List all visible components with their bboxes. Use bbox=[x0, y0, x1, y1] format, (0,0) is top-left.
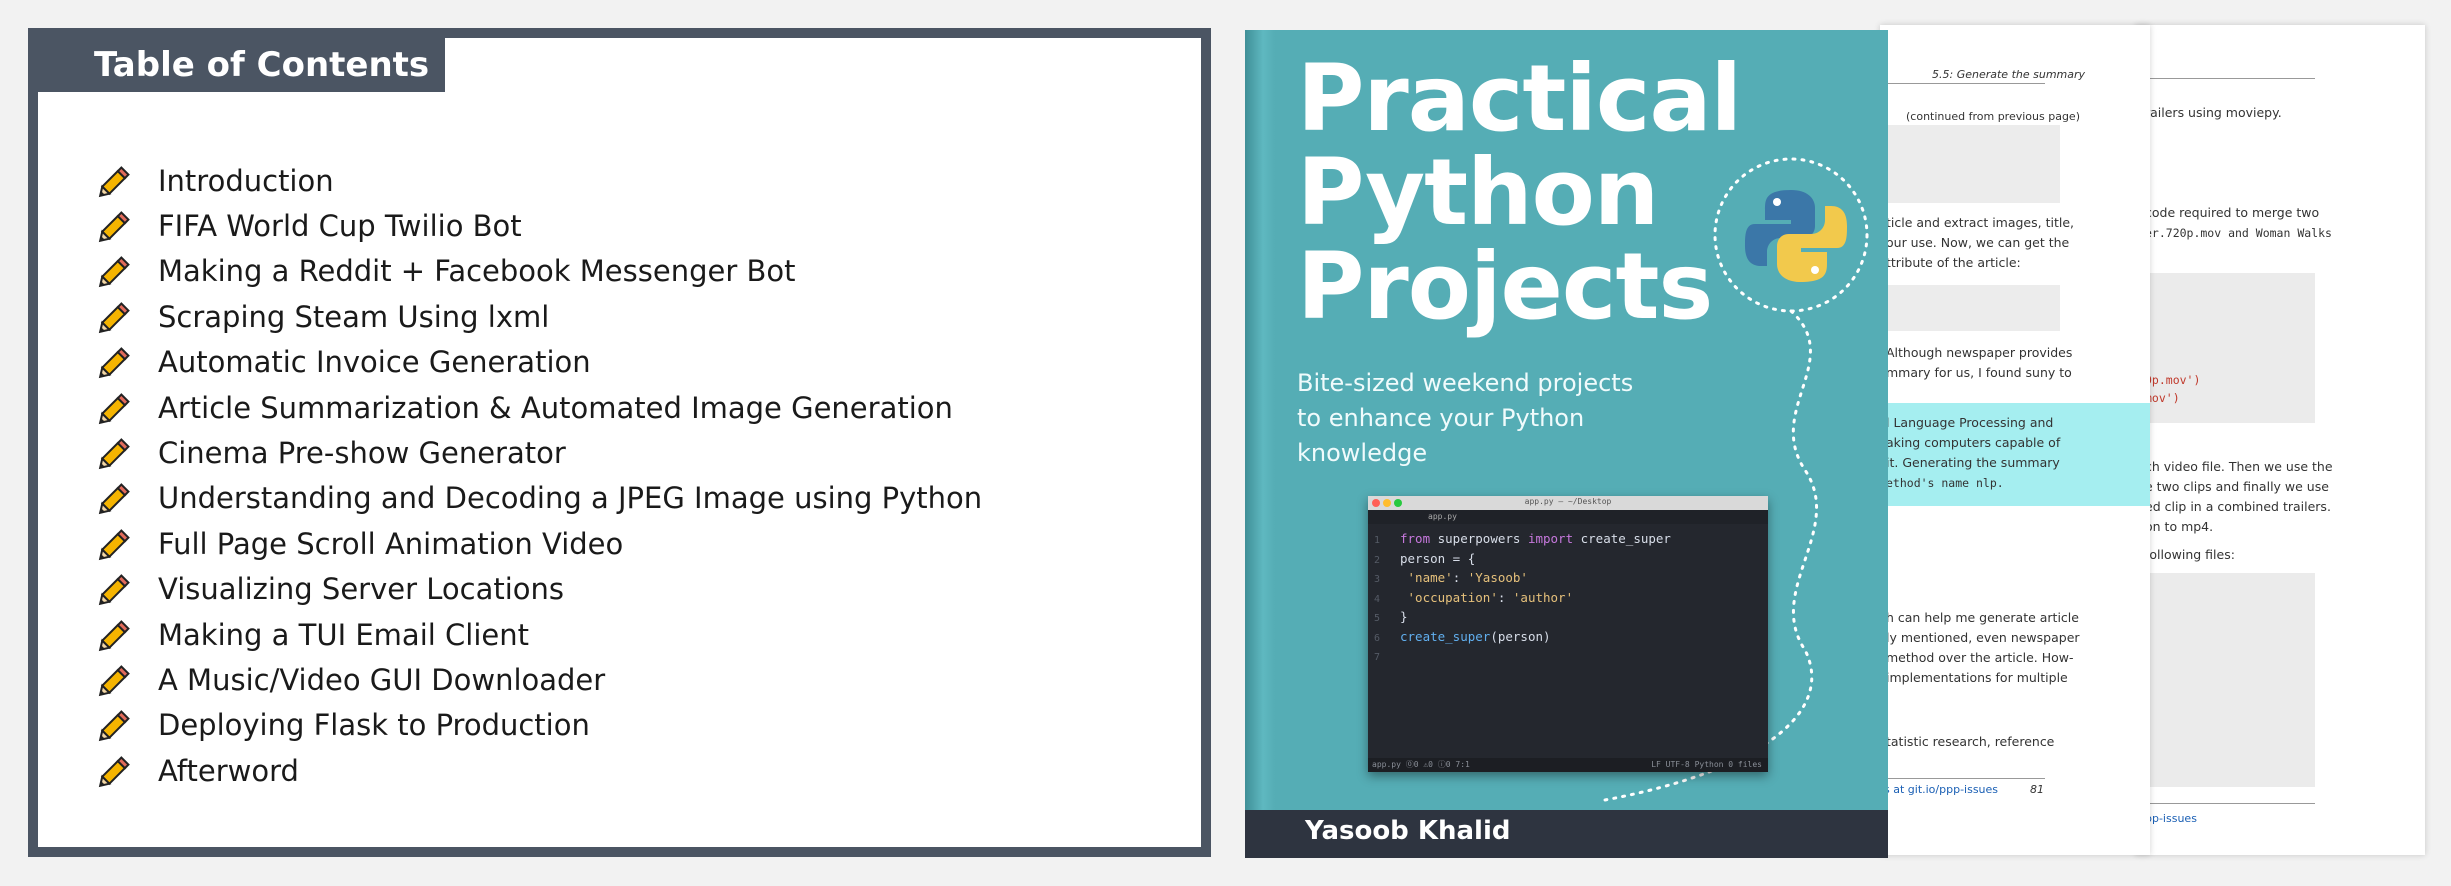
pencil-icon bbox=[98, 211, 130, 243]
toc-item-label: Automatic Invoice Generation bbox=[158, 345, 591, 380]
toc-list: Introduction FIFA World Cup Twilio Bot Mak… bbox=[98, 158, 982, 793]
book-author: Yasoob Khalid bbox=[1305, 816, 1511, 846]
middle-paragraph-5: tatistic research, reference bbox=[1886, 734, 2055, 749]
toc-item-label: FIFA World Cup Twilio Bot bbox=[158, 209, 522, 244]
author-bar: Yasoob Khalid bbox=[1245, 810, 1888, 858]
table-of-contents-panel: Table of Contents Introduction FIFA World… bbox=[28, 28, 1211, 857]
toc-item: Afterword bbox=[98, 748, 982, 793]
toc-item-label: Introduction bbox=[158, 163, 334, 198]
back-page-paragraph-3: following files: bbox=[2145, 547, 2235, 562]
pencil-icon bbox=[98, 574, 130, 606]
pencil-icon bbox=[98, 256, 130, 288]
page-header-rule bbox=[1880, 83, 2045, 84]
pencil-icon bbox=[98, 302, 130, 334]
toc-item: Scraping Steam Using lxml bbox=[98, 294, 982, 339]
toc-item-label: A Music/Video GUI Downloader bbox=[158, 662, 606, 697]
toc-item: Deploying Flask to Production bbox=[98, 703, 982, 748]
python-icon bbox=[1745, 190, 1847, 282]
pencil-icon bbox=[98, 755, 130, 787]
pencil-icon bbox=[98, 619, 130, 651]
status-right: LF UTF-8 Python 0 files bbox=[1651, 760, 1762, 769]
toc-item-label: Article Summarization & Automated Image … bbox=[158, 390, 953, 425]
toc-item: A Music/Video GUI Downloader bbox=[98, 657, 982, 702]
book-page-back: railers using moviepy. code required to … bbox=[2135, 25, 2425, 855]
highlight-note: l Language Processing and aking computer… bbox=[1880, 403, 2150, 506]
book-subtitle: Bite-sized weekend projects to enhance y… bbox=[1297, 369, 1634, 467]
toc-item: Automatic Invoice Generation bbox=[98, 340, 982, 385]
highlight-note-text: l Language Processing and aking computer… bbox=[1886, 415, 2061, 490]
pencil-icon bbox=[98, 438, 130, 470]
editor-titlebar: app.py — ~/Desktop bbox=[1368, 496, 1768, 510]
toc-item-label: Afterword bbox=[158, 753, 299, 788]
toc-item: Making a Reddit + Facebook Messenger Bot bbox=[98, 249, 982, 294]
toc-title: Table of Contents bbox=[38, 38, 445, 92]
page-footer-rule bbox=[2135, 803, 2315, 804]
code-block-2 bbox=[1880, 285, 2060, 331]
toc-item-label: Making a Reddit + Facebook Messenger Bot bbox=[158, 254, 796, 289]
page-header-section: 5.5: Generate the summary bbox=[1932, 68, 2086, 81]
toc-item: Article Summarization & Automated Image … bbox=[98, 385, 982, 430]
code-block-2 bbox=[2143, 573, 2315, 787]
page-number: 81 bbox=[2030, 783, 2044, 796]
back-page-paragraph-2: ch video file. Then we use the e two cli… bbox=[2145, 459, 2333, 534]
toc-item-label: Visualizing Server Locations bbox=[158, 572, 564, 607]
editor-code: 1 from superpowers import create_super 2p… bbox=[1374, 531, 1671, 663]
toc-item: Cinema Pre-show Generator bbox=[98, 430, 982, 475]
toc-item-label: Deploying Flask to Production bbox=[158, 708, 590, 743]
pencil-icon bbox=[98, 347, 130, 379]
toc-item: FIFA World Cup Twilio Bot bbox=[98, 203, 982, 248]
toc-item: Making a TUI Email Client bbox=[98, 612, 982, 657]
code-editor-window: app.py — ~/Desktop app.py 1 from superpow… bbox=[1368, 496, 1768, 772]
toc-item-label: Cinema Pre-show Generator bbox=[158, 436, 566, 471]
middle-paragraph-1: ticle and extract images, title, our use… bbox=[1886, 215, 2074, 270]
toc-item-label: Making a TUI Email Client bbox=[158, 617, 529, 652]
back-page-line: railers using moviepy. bbox=[2145, 105, 2282, 120]
pencil-icon bbox=[98, 528, 130, 560]
toc-content-area: Table of Contents Introduction FIFA World… bbox=[38, 38, 1201, 847]
toc-item: Visualizing Server Locations bbox=[98, 567, 982, 612]
toc-item: Full Page Scroll Animation Video bbox=[98, 521, 982, 566]
toc-item: Introduction bbox=[98, 158, 982, 203]
pencil-icon bbox=[98, 665, 130, 697]
middle-paragraph-2: Although newspaper provides mmary for us… bbox=[1886, 345, 2073, 380]
back-page-footer: pp-issues bbox=[2145, 812, 2197, 825]
status-left: app.py ⓪0 ⚠0 ⓘ0 7:1 bbox=[1372, 760, 1470, 769]
toc-item-label: Understanding and Decoding a JPEG Image … bbox=[158, 481, 983, 516]
middle-paragraph-4: h can help me generate article ly mentio… bbox=[1886, 610, 2080, 685]
editor-statusbar: app.py ⓪0 ⚠0 ⓘ0 7:1 LF UTF-8 Python 0 fi… bbox=[1368, 758, 1768, 772]
code-block bbox=[1880, 125, 2060, 203]
middle-page-footer: s at git.io/ppp-issues bbox=[1884, 783, 1999, 796]
book-cover: Practical Python Projects Bite-sized wee… bbox=[1245, 30, 1888, 858]
page-footer-rule bbox=[1880, 778, 2045, 779]
continued-label: (continued from previous page) bbox=[1906, 110, 2080, 123]
editor-tab: app.py bbox=[1368, 510, 1768, 524]
toc-item-label: Full Page Scroll Animation Video bbox=[158, 526, 624, 561]
page-header-rule bbox=[2135, 78, 2315, 79]
editor-window-title: app.py — ~/Desktop bbox=[1524, 497, 1612, 506]
pencil-icon bbox=[98, 710, 130, 742]
back-page-paragraph-1: code required to merge two er.720p.mov a… bbox=[2145, 205, 2332, 240]
code-block: 0p.mov') mov') bbox=[2143, 273, 2315, 423]
pencil-icon bbox=[98, 483, 130, 515]
pencil-icon bbox=[98, 392, 130, 424]
toc-item: Understanding and Decoding a JPEG Image … bbox=[98, 476, 982, 521]
toc-item-label: Scraping Steam Using lxml bbox=[158, 299, 550, 334]
pencil-icon bbox=[98, 165, 130, 197]
